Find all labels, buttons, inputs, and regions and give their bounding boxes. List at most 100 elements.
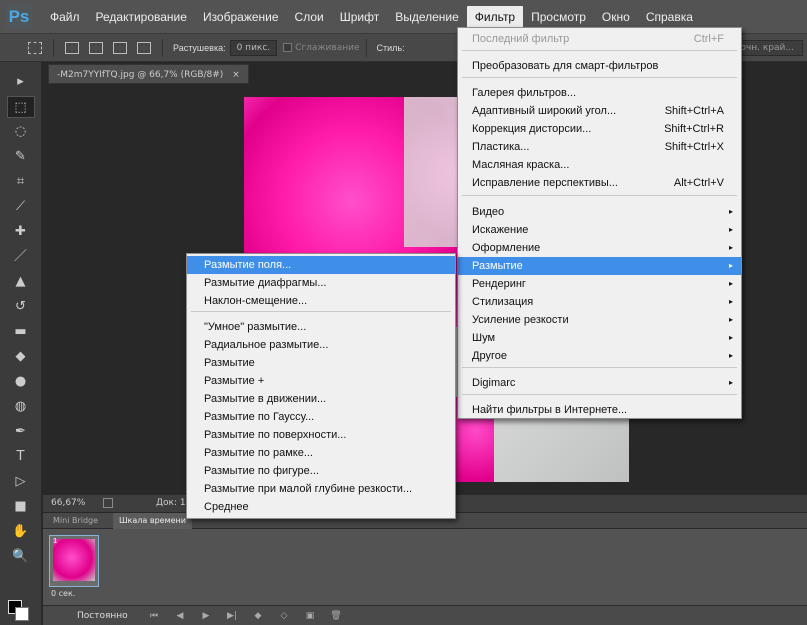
timeline-control-icon[interactable]: ◆ bbox=[251, 611, 265, 621]
brush-icon[interactable]: ／ bbox=[7, 246, 35, 268]
marquee-icon[interactable]: ⬚ bbox=[6, 96, 35, 118]
feather-input[interactable]: 0 пикс. bbox=[229, 39, 278, 56]
menu-item[interactable]: Файл bbox=[42, 6, 88, 28]
animation-frame[interactable]: 1 bbox=[49, 535, 99, 587]
filter-menu-item[interactable]: Видео ▸ bbox=[458, 203, 741, 221]
intersect-selection-icon[interactable] bbox=[137, 41, 151, 54]
blur-icon[interactable]: ● bbox=[7, 371, 35, 393]
blur-menu-item[interactable]: Размытие bbox=[187, 354, 455, 372]
blur-menu-item[interactable]: Размытие по поверхности... bbox=[187, 426, 455, 444]
blur-menu-item[interactable]: Среднее bbox=[187, 498, 455, 516]
menu-item[interactable]: Изображение bbox=[195, 6, 287, 28]
menu-item[interactable]: Редактирование bbox=[88, 6, 195, 28]
shape-icon[interactable]: ■ bbox=[7, 496, 35, 518]
menu-item-label: Усиление резкости bbox=[472, 314, 569, 326]
antialias-checkbox[interactable] bbox=[283, 43, 293, 52]
menu-item-label: Другое bbox=[472, 350, 507, 362]
move-icon[interactable]: ▸ bbox=[7, 71, 35, 93]
menu-item[interactable]: Слои bbox=[287, 6, 332, 28]
filter-menu-item[interactable]: Размытие ▸ bbox=[458, 257, 741, 275]
blur-menu-item[interactable]: Размытие + bbox=[187, 372, 455, 390]
tools-panel: ▸ ⬚ ◌ ✎ ⌗ ⟋ ✚ ／ ▲ ↺ ▬ ◆ ● ◍ ✒ T ▷ ■ ✋ 🔍 bbox=[0, 62, 42, 625]
zoom-level[interactable]: 66,67% bbox=[51, 495, 85, 512]
timeline-control-icon[interactable]: ▶| bbox=[225, 611, 239, 621]
blur-menu-item[interactable]: Размытие при малой глубине резкости... bbox=[187, 480, 455, 498]
healing-icon[interactable]: ✚ bbox=[7, 221, 35, 243]
blur-menu-item[interactable]: "Умное" размытие... bbox=[187, 318, 455, 336]
close-tab-icon[interactable]: × bbox=[232, 70, 240, 80]
timeline-control-icon[interactable]: ▣ bbox=[303, 611, 317, 621]
pen-icon[interactable]: ✒ bbox=[7, 421, 35, 443]
frame-delay[interactable]: 0 сек. bbox=[51, 589, 75, 598]
filter-menu-item[interactable]: Адаптивный широкий угол... Shift+Ctrl+A bbox=[458, 102, 741, 120]
filter-menu-item[interactable]: Шум ▸ bbox=[458, 329, 741, 347]
filter-menu-item[interactable]: Стилизация ▸ bbox=[458, 293, 741, 311]
timeline-control-icon[interactable]: 🗑 bbox=[329, 611, 343, 621]
blur-menu-item[interactable]: Размытие по рамке... bbox=[187, 444, 455, 462]
filter-menu-item[interactable]: Масляная краска... bbox=[458, 156, 741, 174]
eyedropper-icon[interactable]: ⟋ bbox=[7, 196, 35, 218]
document-tab[interactable]: -M2m7YYIfTQ.jpg @ 66,7% (RGB/8#) × bbox=[48, 64, 249, 84]
subtract-selection-icon[interactable] bbox=[113, 41, 127, 54]
filter-menu-item[interactable]: Галерея фильтров... bbox=[458, 84, 741, 102]
quick-select-icon[interactable]: ✎ bbox=[7, 146, 35, 168]
blur-menu-item[interactable]: Радиальное размытие... bbox=[187, 336, 455, 354]
blur-menu-item[interactable]: Размытие поля... bbox=[187, 256, 455, 274]
menu-item[interactable]: Просмотр bbox=[523, 6, 594, 28]
tab-timeline[interactable]: Шкала времени bbox=[113, 513, 192, 529]
filter-menu-item[interactable]: Найти фильтры в Интернете... bbox=[458, 401, 741, 419]
filter-menu-item[interactable]: Исправление перспективы... Alt+Ctrl+V bbox=[458, 174, 741, 192]
submenu-arrow-icon: ▸ bbox=[728, 315, 733, 324]
filter-menu-item[interactable]: Пластика... Shift+Ctrl+X bbox=[458, 138, 741, 156]
marquee-preset-icon[interactable] bbox=[28, 41, 42, 54]
background-color-swatch[interactable] bbox=[15, 607, 29, 621]
timeline-control-icon[interactable]: ▶ bbox=[199, 611, 213, 621]
menu-item[interactable]: Справка bbox=[638, 6, 701, 28]
timeline-control-icon[interactable]: ⏮ bbox=[147, 611, 161, 621]
loop-select[interactable]: Постоянно bbox=[77, 611, 141, 621]
type-icon[interactable]: T bbox=[7, 446, 35, 468]
add-selection-icon[interactable] bbox=[89, 41, 103, 54]
eraser-icon[interactable]: ▬ bbox=[7, 321, 35, 343]
filter-menu-item[interactable]: Преобразовать для смарт-фильтров bbox=[458, 57, 741, 75]
blur-menu-item[interactable]: Размытие диафрагмы... bbox=[187, 274, 455, 292]
menu-item[interactable]: Выделение bbox=[387, 6, 467, 28]
crop-icon[interactable]: ⌗ bbox=[7, 171, 35, 193]
hand-icon[interactable]: ✋ bbox=[7, 521, 35, 543]
tab-mini-bridge[interactable]: Mini Bridge bbox=[47, 513, 104, 529]
blur-menu-item[interactable]: Размытие по Гауссу... bbox=[187, 408, 455, 426]
blur-menu-item[interactable]: Наклон-смещение... bbox=[187, 292, 455, 310]
zoom-icon[interactable]: 🔍 bbox=[7, 546, 35, 568]
menu-item[interactable]: Окно bbox=[594, 6, 638, 28]
timeline-panel: 1 0 сек. bbox=[43, 529, 807, 605]
timeline-control-icon[interactable]: ◇ bbox=[277, 611, 291, 621]
stamp-icon[interactable]: ▲ bbox=[7, 271, 35, 293]
new-selection-icon[interactable] bbox=[65, 41, 79, 54]
menu-items: Файл Редактирование Изображение Слои Шрифт Вы… bbox=[42, 5, 701, 28]
menu-item-label: Стилизация bbox=[472, 296, 534, 308]
menu-item[interactable]: Фильтр bbox=[466, 5, 524, 28]
timeline-control-icon[interactable]: ◀ bbox=[173, 611, 187, 621]
menu-separator bbox=[462, 394, 737, 395]
blur-menu-item[interactable]: Размытие в движении... bbox=[187, 390, 455, 408]
blur-menu-item[interactable]: Размытие по фигуре... bbox=[187, 462, 455, 480]
filter-menu-item[interactable]: Другое ▸ bbox=[458, 347, 741, 365]
filter-menu-item[interactable]: Digimarc ▸ bbox=[458, 374, 741, 392]
dodge-icon[interactable]: ◍ bbox=[7, 396, 35, 418]
panel-collapse-icon[interactable] bbox=[0, 62, 41, 68]
menu-item[interactable]: Шрифт bbox=[332, 6, 387, 28]
shortcut-label: Alt+Ctrl+V bbox=[673, 177, 724, 189]
bucket-icon[interactable]: ◆ bbox=[7, 346, 35, 368]
filter-menu-item[interactable]: Коррекция дисторсии... Shift+Ctrl+R bbox=[458, 120, 741, 138]
path-select-icon[interactable]: ▷ bbox=[7, 471, 35, 493]
lasso-icon[interactable]: ◌ bbox=[7, 121, 35, 143]
filter-menu-item[interactable]: Оформление ▸ bbox=[458, 239, 741, 257]
history-brush-icon[interactable]: ↺ bbox=[7, 296, 35, 318]
shortcut-label: Shift+Ctrl+A bbox=[664, 105, 724, 117]
status-menu-icon[interactable] bbox=[103, 498, 113, 508]
separator bbox=[53, 38, 54, 57]
menu-item-label: Digimarc bbox=[472, 377, 516, 389]
filter-menu-item[interactable]: Усиление резкости ▸ bbox=[458, 311, 741, 329]
filter-menu-item[interactable]: Искажение ▸ bbox=[458, 221, 741, 239]
filter-menu-item[interactable]: Рендеринг ▸ bbox=[458, 275, 741, 293]
